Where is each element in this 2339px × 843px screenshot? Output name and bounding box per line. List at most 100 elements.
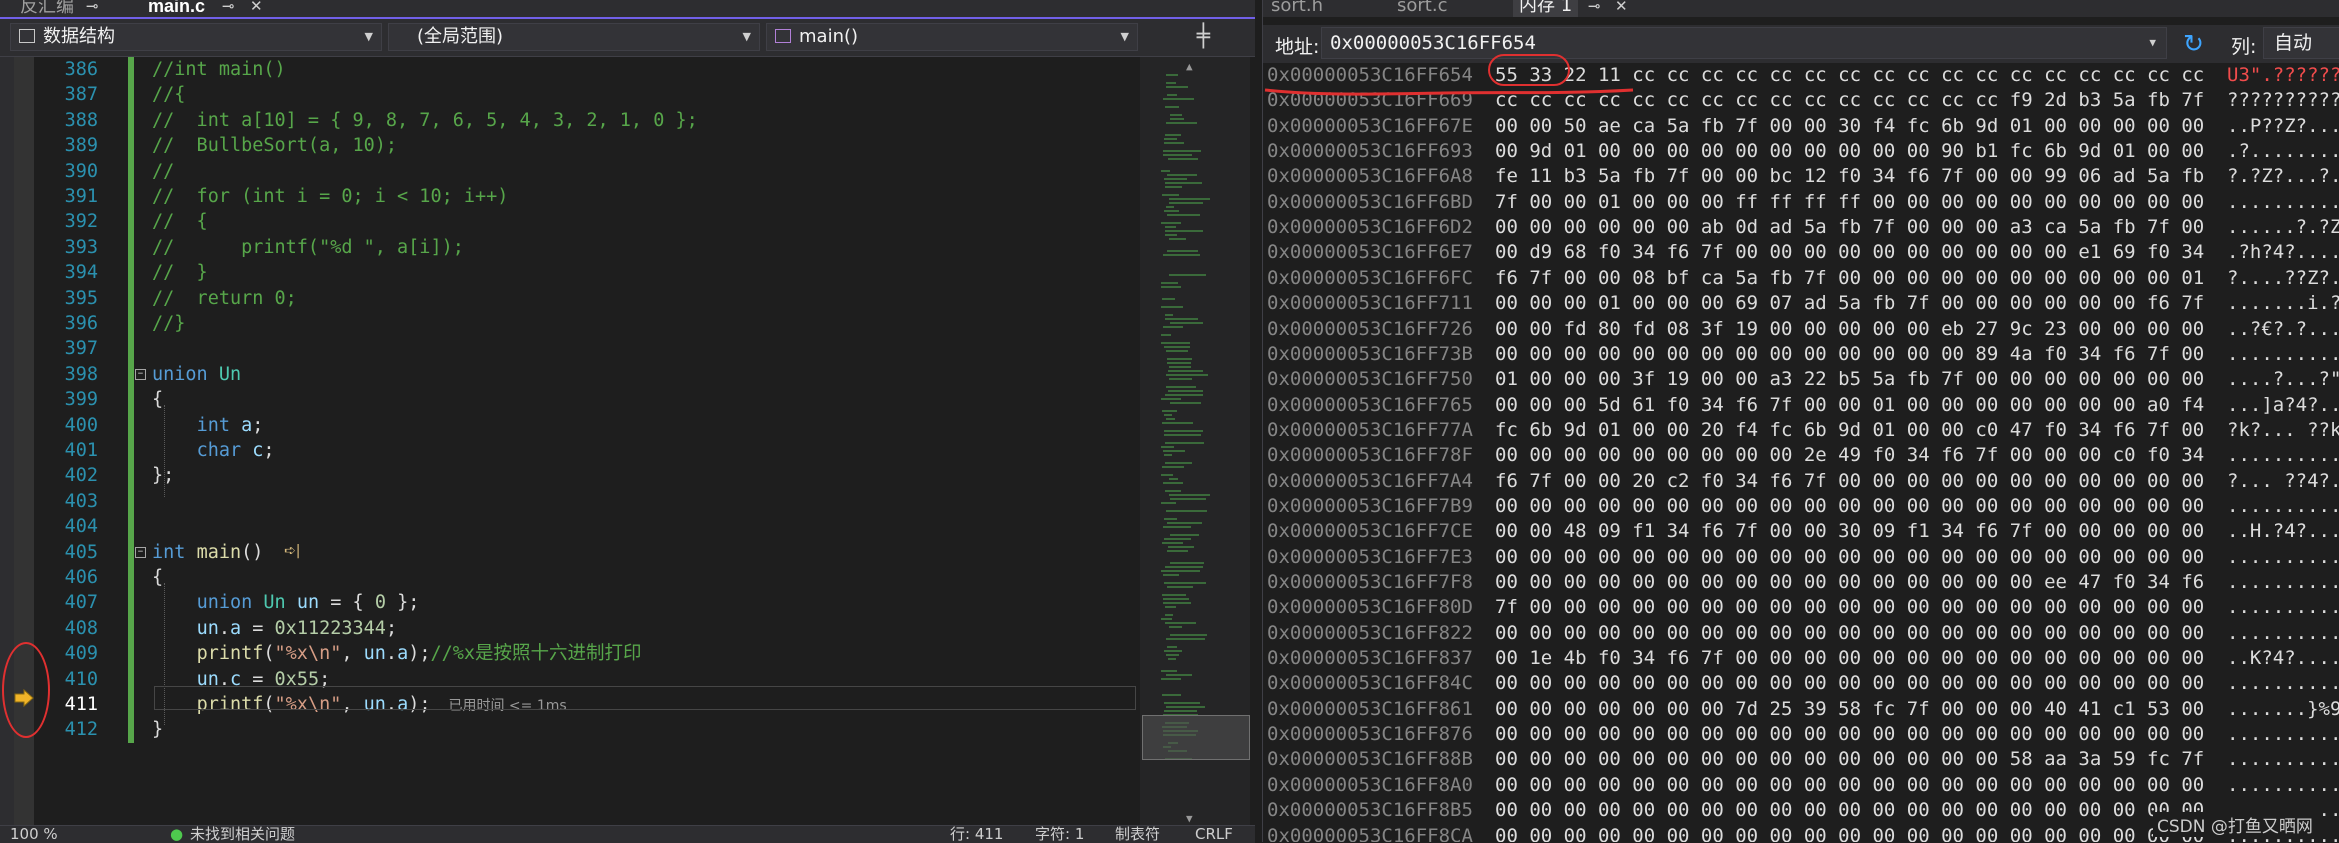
code-line[interactable]: 406 { xyxy=(34,565,1140,590)
close-icon[interactable]: ✕ xyxy=(250,0,263,14)
memory-row[interactable]: 0x00000053C16FF8A0 00 00 00 00 00 00 00 0… xyxy=(1263,773,2339,798)
memory-bytes[interactable]: f6 7f 00 00 08 bf ca 5a fb 7f 00 00 00 0… xyxy=(1495,266,2204,291)
address-input[interactable]: 0x00000053C16FF654 ▼ xyxy=(1321,27,2167,59)
memory-bytes[interactable]: 00 00 00 00 00 00 00 00 00 00 00 00 00 0… xyxy=(1495,824,2204,843)
memory-bytes[interactable]: 00 00 00 00 00 00 00 00 00 00 00 00 00 0… xyxy=(1495,722,2204,747)
code-line[interactable]: 392 // { xyxy=(34,209,1140,234)
scope-dropdown[interactable]: (全局范围) ▼ xyxy=(388,23,760,51)
project-dropdown[interactable]: 数据结构 ▼ xyxy=(10,23,382,51)
code-line[interactable]: 387 //{ xyxy=(34,82,1140,107)
code-line[interactable]: 402}; xyxy=(34,463,1140,488)
memory-bytes[interactable]: 01 00 00 00 3f 19 00 00 a3 22 b5 5a fb 7… xyxy=(1495,367,2204,392)
code-line[interactable]: 399 { xyxy=(34,387,1140,412)
memory-row[interactable]: 0x00000053C16FF822 00 00 00 00 00 00 00 0… xyxy=(1263,621,2339,646)
pin-icon[interactable]: ⊸ xyxy=(222,0,235,14)
minimap[interactable] xyxy=(1141,74,1251,770)
code-line[interactable]: 388 // int a[10] = { 9, 8, 7, 6, 5, 4, 3,… xyxy=(34,108,1140,133)
memory-row[interactable]: 0x00000053C16FF77A fc 6b 9d 01 00 00 20 f… xyxy=(1263,418,2339,443)
memory-row[interactable]: 0x00000053C16FF7B9 00 00 00 00 00 00 00 0… xyxy=(1263,494,2339,519)
memory-grid[interactable]: 0x00000053C16FF654 55 33 22 11 cc cc cc c… xyxy=(1263,63,2339,842)
code-line[interactable]: 391 // for (int i = 0; i < 10; i++) xyxy=(34,184,1140,209)
memory-row[interactable]: 0x00000053C16FF6D2 00 00 00 00 00 00 ab 0… xyxy=(1263,215,2339,240)
memory-row[interactable]: 0x00000053C16FF6BD 7f 00 00 01 00 00 00 f… xyxy=(1263,190,2339,215)
memory-row[interactable]: 0x00000053C16FF7CE 00 00 48 09 f1 34 f6 7… xyxy=(1263,519,2339,544)
code-line[interactable]: 403 xyxy=(34,489,1140,514)
code-line[interactable]: 397 xyxy=(34,336,1140,361)
code-line[interactable]: 400 int a; xyxy=(34,413,1140,438)
code-line[interactable]: 408 un.a = 0x11223344; xyxy=(34,616,1140,641)
memory-bytes[interactable]: 00 00 00 00 00 00 00 00 00 00 00 00 00 0… xyxy=(1495,773,2204,798)
memory-row[interactable]: 0x00000053C16FF711 00 00 00 01 00 00 00 6… xyxy=(1263,291,2339,316)
memory-bytes[interactable]: 7f 00 00 01 00 00 00 ff ff ff ff 00 00 0… xyxy=(1495,190,2204,215)
memory-bytes[interactable]: 00 00 00 00 00 00 00 00 00 00 00 00 00 0… xyxy=(1495,621,2204,646)
zoom-level[interactable]: 100 % xyxy=(10,826,58,843)
collapse-icon[interactable]: − xyxy=(135,368,146,380)
code-line[interactable]: 394 // } xyxy=(34,260,1140,285)
pin-icon[interactable]: ⊸ xyxy=(86,0,99,14)
memory-bytes[interactable]: 7f 00 00 00 00 00 00 00 00 00 00 00 00 0… xyxy=(1495,595,2204,620)
memory-row[interactable]: 0x00000053C16FF7A4 f6 7f 00 00 20 c2 f0 3… xyxy=(1263,469,2339,494)
memory-bytes[interactable]: 00 00 00 01 00 00 00 69 07 ad 5a fb 7f 0… xyxy=(1495,291,2204,316)
memory-row[interactable]: 0x00000053C16FF726 00 00 fd 80 fd 08 3f 1… xyxy=(1263,317,2339,342)
code-line[interactable]: 393 // printf("%d ", a[i]); xyxy=(34,235,1140,260)
code-line[interactable]: 389 // BullbeSort(a, 10); xyxy=(34,133,1140,158)
memory-bytes[interactable]: 00 00 00 00 00 00 00 00 00 00 00 00 00 0… xyxy=(1495,570,2204,595)
tab-sort-h[interactable]: sort.h xyxy=(1271,0,1323,17)
memory-bytes[interactable]: fe 11 b3 5a fb 7f 00 00 bc 12 f0 34 f6 7… xyxy=(1495,164,2204,189)
memory-bytes[interactable]: 00 00 00 00 00 00 00 00 00 00 00 00 00 0… xyxy=(1495,494,2204,519)
line-ending[interactable]: CRLF xyxy=(1195,826,1233,843)
code-line[interactable]: 407 union Un un = { 0 }; xyxy=(34,590,1140,615)
close-icon[interactable]: ✕ xyxy=(1615,0,1628,14)
memory-row[interactable]: 0x00000053C16FF78F 00 00 00 00 00 00 00 0… xyxy=(1263,443,2339,468)
memory-row[interactable]: 0x00000053C16FF837 00 1e 4b f0 34 f6 7f 0… xyxy=(1263,646,2339,671)
memory-bytes[interactable]: 00 00 00 00 00 00 00 00 00 00 00 00 00 0… xyxy=(1495,545,2204,570)
memory-row[interactable]: 0x00000053C16FF765 00 00 00 5d 61 f0 34 f… xyxy=(1263,393,2339,418)
memory-row[interactable]: 0x00000053C16FF7E3 00 00 00 00 00 00 00 0… xyxy=(1263,545,2339,570)
memory-bytes[interactable]: 00 00 00 00 00 00 00 00 00 00 00 00 00 0… xyxy=(1495,798,2204,823)
code-line[interactable]: 386 //int main() xyxy=(34,57,1140,82)
tab-main-c[interactable]: main.c xyxy=(148,0,205,17)
memory-bytes[interactable]: 00 9d 01 00 00 00 00 00 00 00 00 00 00 9… xyxy=(1495,139,2204,164)
memory-bytes[interactable]: 00 00 50 ae ca 5a fb 7f 00 00 30 f4 fc 6… xyxy=(1495,114,2204,139)
memory-row[interactable]: 0x00000053C16FF6A8 fe 11 b3 5a fb 7f 00 0… xyxy=(1263,164,2339,189)
memory-bytes[interactable]: 00 00 fd 80 fd 08 3f 19 00 00 00 00 00 e… xyxy=(1495,317,2204,342)
memory-row[interactable]: 0x00000053C16FF67E 00 00 50 ae ca 5a fb 7… xyxy=(1263,114,2339,139)
memory-row[interactable]: 0x00000053C16FF876 00 00 00 00 00 00 00 0… xyxy=(1263,722,2339,747)
run-to-cursor-icon[interactable]: ➪| xyxy=(284,543,300,559)
memory-bytes[interactable]: 00 00 00 00 00 00 00 00 00 00 00 00 00 0… xyxy=(1495,671,2204,696)
code-line[interactable]: 412} xyxy=(34,717,1140,742)
columns-dropdown[interactable]: 自动 xyxy=(2263,27,2339,59)
code-line[interactable]: 396 //} xyxy=(34,311,1140,336)
code-line[interactable]: 398 union Un xyxy=(34,362,1140,387)
memory-row[interactable]: 0x00000053C16FF88B 00 00 00 00 00 00 00 0… xyxy=(1263,747,2339,772)
memory-bytes[interactable]: 00 00 00 00 00 00 00 00 00 00 00 00 00 0… xyxy=(1495,747,2204,772)
memory-bytes[interactable]: 00 1e 4b f0 34 f6 7f 00 00 00 00 00 00 0… xyxy=(1495,646,2204,671)
scroll-down-icon[interactable]: ▼ xyxy=(1186,812,1193,825)
memory-bytes[interactable]: 00 d9 68 f0 34 f6 7f 00 00 00 00 00 00 0… xyxy=(1495,240,2204,265)
memory-bytes[interactable]: 00 00 00 00 00 00 ab 0d ad 5a fb 7f 00 0… xyxy=(1495,215,2204,240)
tab-disassembly[interactable]: 反汇编 xyxy=(20,0,74,17)
memory-bytes[interactable]: f6 7f 00 00 20 c2 f0 34 f6 7f 00 00 00 0… xyxy=(1495,469,2204,494)
memory-row[interactable]: 0x00000053C16FF750 01 00 00 00 3f 19 00 0… xyxy=(1263,367,2339,392)
memory-bytes[interactable]: 00 00 00 00 00 00 00 00 00 00 00 00 00 0… xyxy=(1495,342,2204,367)
code-line[interactable]: 390 // xyxy=(34,159,1140,184)
issues-status[interactable]: 未找到相关问题 xyxy=(190,826,295,843)
code-line[interactable]: 401 char c; xyxy=(34,438,1140,463)
function-dropdown[interactable]: main() ▼ xyxy=(766,23,1138,51)
code-line[interactable]: 404 xyxy=(34,514,1140,539)
memory-row[interactable]: 0x00000053C16FF6FC f6 7f 00 00 08 bf ca 5… xyxy=(1263,266,2339,291)
memory-row[interactable]: 0x00000053C16FF73B 00 00 00 00 00 00 00 0… xyxy=(1263,342,2339,367)
minimap-viewport[interactable] xyxy=(1142,715,1250,760)
memory-row[interactable]: 0x00000053C16FF6E7 00 d9 68 f0 34 f6 7f 0… xyxy=(1263,240,2339,265)
refresh-icon[interactable]: ↻ xyxy=(2183,29,2204,58)
memory-bytes[interactable]: 00 00 00 00 00 00 00 00 00 2e 49 f0 34 f… xyxy=(1495,443,2204,468)
tab-memory-1[interactable]: 内存 1 xyxy=(1513,0,1579,17)
scroll-up-icon[interactable]: ▲ xyxy=(1186,60,1193,73)
code-line[interactable]: 395 // return 0; xyxy=(34,286,1140,311)
indent-mode[interactable]: 制表符 xyxy=(1115,826,1160,843)
code-line[interactable]: 409 printf("%x\n", un.a);//%x是按照十六进制打印 xyxy=(34,641,1140,666)
collapse-icon[interactable]: − xyxy=(135,546,146,558)
memory-bytes[interactable]: 00 00 48 09 f1 34 f6 7f 00 00 30 09 f1 3… xyxy=(1495,519,2204,544)
pin-icon[interactable]: ⊸ xyxy=(1588,0,1601,14)
memory-bytes[interactable]: 00 00 00 5d 61 f0 34 f6 7f 00 00 01 00 0… xyxy=(1495,393,2204,418)
